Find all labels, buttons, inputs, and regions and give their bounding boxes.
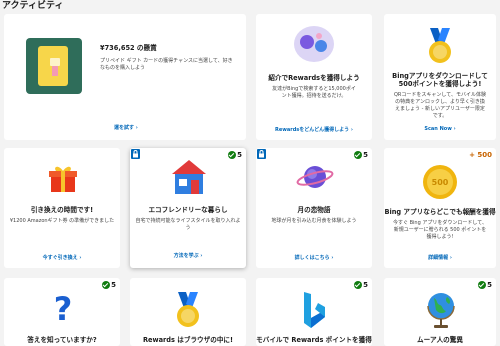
coin-icon: 500 bbox=[422, 164, 458, 204]
house-icon bbox=[170, 158, 208, 200]
lock-icon bbox=[257, 149, 266, 159]
page-title: アクティビティ bbox=[2, 1, 64, 11]
card-sweepstakes[interactable]: ¥736,652 の懸賞 プリペイド ギフト カードの獲得チャンスに当選して、好… bbox=[4, 14, 246, 140]
svg-text:?: ? bbox=[54, 292, 73, 324]
card-title: 引き換えの時間です! bbox=[30, 206, 94, 214]
card-description: 今すぐ Bing アプリをダウンロードして、新規ユーザーに贈られる 500 ポイ… bbox=[393, 220, 487, 240]
card-link[interactable]: 方法を学ぶ › bbox=[130, 252, 246, 259]
card-title: ムーア人の驚異 bbox=[417, 336, 463, 344]
card-description: QRコードをスキャンして、モバイル体験の特典をアンロックし、より早く引き換えまし… bbox=[394, 92, 487, 119]
card-eco-friendly[interactable]: 5 エコフレンドリーな暮らし 自宅で持続可能なライフスタイルを取り入れよう 方法… bbox=[130, 148, 246, 268]
card-rewards-browser[interactable]: Rewards はブラウザの中に! bbox=[130, 278, 246, 346]
card-moors-wonder[interactable]: 5 ムーア人の驚異 bbox=[384, 278, 496, 346]
points-badge: 5 bbox=[102, 281, 116, 289]
lock-icon bbox=[131, 149, 140, 159]
planet-icon bbox=[296, 160, 334, 198]
card-description: 地球が月を引み込む月食を体験しよう bbox=[271, 218, 357, 224]
points-badge: 5 bbox=[228, 151, 242, 159]
card-title: 答えを知っていますか? bbox=[27, 336, 97, 344]
bing-logo-icon bbox=[302, 290, 326, 334]
points-value: 5 bbox=[363, 281, 368, 289]
card-bing-app-rewards[interactable]: + 500 500 Bing アプリならどこでも報酬を獲得 今すぐ Bing ア… bbox=[384, 148, 496, 268]
page-header: アクティビティ bbox=[0, 0, 500, 14]
points-badge: 5 bbox=[354, 281, 368, 289]
gift-card-icon bbox=[26, 38, 82, 98]
coin-label: 500 bbox=[432, 178, 449, 187]
gift-box-icon bbox=[48, 164, 78, 198]
globe-icon bbox=[424, 290, 458, 334]
check-icon bbox=[354, 151, 363, 159]
check-icon bbox=[102, 281, 111, 289]
card-link[interactable]: 今すぐ引き換え › bbox=[4, 254, 120, 261]
card-description: プリペイド ギフト カードの獲得チャンスに当選して、好きなものを購入しよう bbox=[100, 58, 233, 71]
question-icon: ? bbox=[52, 290, 74, 328]
card-link[interactable]: 詳しくはこちら › bbox=[256, 254, 372, 261]
card-redeem[interactable]: 引き換えの時間です! ¥1200 Amazonギフト券 の準備ができました 今す… bbox=[4, 148, 120, 268]
card-description: ¥1200 Amazonギフト券 の準備ができました bbox=[9, 218, 115, 224]
card-referral[interactable]: 紹介でRewardsを獲得しよう 友達がBingで検索すると15,000ポイント… bbox=[256, 14, 372, 140]
friends-rewards-icon bbox=[292, 22, 336, 70]
card-description: 自宅で持続可能なライフスタイルを取り入れよう bbox=[135, 218, 241, 231]
card-title: エコフレンドリーな暮らし bbox=[148, 206, 228, 214]
points-value: 5 bbox=[363, 151, 368, 159]
points-value: 5 bbox=[111, 281, 116, 289]
card-title: Rewards はブラウザの中に! bbox=[142, 336, 234, 344]
points-value: + 500 bbox=[469, 151, 492, 159]
medal-icon bbox=[426, 28, 454, 70]
card-link[interactable]: Rewardsをどんどん獲得しよう › bbox=[256, 126, 372, 133]
card-bing-app-download[interactable]: Bingアプリをダウンロードして500ポイントを獲得しよう! QRコードをスキャ… bbox=[384, 14, 496, 140]
card-link[interactable]: 運を試す › bbox=[114, 124, 246, 131]
card-mobile-rewards[interactable]: 5 モバイルで Rewards ポイントを獲得 bbox=[256, 278, 372, 346]
points-value: 5 bbox=[487, 281, 492, 289]
card-title: モバイルで Rewards ポイントを獲得 bbox=[256, 336, 372, 344]
card-description: 友達がBingで検索すると15,000ポイント獲得。招待を送るだけ。 bbox=[272, 86, 356, 99]
check-icon bbox=[478, 281, 487, 289]
points-badge: + 500 bbox=[469, 151, 492, 159]
check-icon bbox=[354, 281, 363, 289]
card-title: Bingアプリをダウンロードして500ポイントを獲得しよう! bbox=[392, 72, 488, 88]
card-title: Bing アプリならどこでも報酬を獲得 bbox=[384, 208, 496, 216]
card-title: 月の恋物語 bbox=[297, 206, 331, 214]
points-value: 5 bbox=[237, 151, 242, 159]
card-link[interactable]: Scan Now › bbox=[384, 126, 496, 132]
card-moon-story[interactable]: 5 月の恋物語 地球が月を引み込む月食を体験しよう 詳しくはこちら › bbox=[256, 148, 372, 268]
points-badge: 5 bbox=[354, 151, 368, 159]
check-icon bbox=[228, 151, 237, 159]
points-badge: 5 bbox=[478, 281, 492, 289]
card-title: ¥736,652 の懸賞 bbox=[100, 44, 157, 52]
card-quiz[interactable]: 5 ? 答えを知っていますか? bbox=[4, 278, 120, 346]
card-title: 紹介でRewardsを獲得しよう bbox=[268, 74, 360, 82]
medal-icon bbox=[174, 292, 202, 334]
card-link[interactable]: 詳細情報 › bbox=[384, 254, 496, 261]
